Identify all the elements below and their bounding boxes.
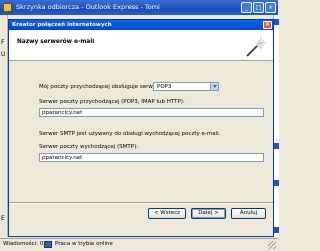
selected-row-fragment [274, 180, 279, 186]
outgoing-server-input[interactable]: pparancicy.net [39, 153, 264, 162]
outlook-caption-buttons: _ □ × [241, 2, 276, 13]
menu-fragment: F [1, 39, 5, 46]
chevron-down-icon[interactable] [210, 83, 218, 90]
outgoing-server-value: pparancicy.net [42, 155, 83, 161]
connection-wizard-icon [246, 37, 265, 57]
dialog-title-bar[interactable]: Kreator połączeń internetowych × [9, 20, 273, 30]
wizard-page-title: Nazwy serwerów e-mail [17, 39, 95, 45]
back-button[interactable]: < Wstecz [148, 208, 186, 219]
selected-row-fragment [274, 227, 279, 233]
incoming-server-type-select[interactable]: POP3 [153, 82, 219, 91]
outgoing-server-label: Serwer poczty wychodzącej (SMTP): [39, 144, 139, 150]
incoming-server-type-label: Mój poczty przychodzącej obsługuje serwe… [39, 84, 159, 90]
incoming-server-label: Serwer poczty przychodzącej (POP3, IMAP … [39, 99, 185, 105]
incoming-server-type-value: POP3 [157, 84, 172, 90]
toolbar-fragment: U [1, 51, 6, 58]
incoming-server-value: pparancicy.net [42, 110, 83, 116]
selected-row-fragment [274, 19, 279, 25]
dialog-separator [9, 202, 273, 204]
maximize-button[interactable]: □ [253, 2, 264, 13]
wizard-header: Nazwy serwerów e-mail [9, 30, 273, 61]
cancel-button[interactable]: Anuluj [231, 208, 266, 219]
selected-row-fragment [274, 143, 279, 149]
outlook-window-title: Skrzynka odbiorcza - Outlook Express - T… [16, 3, 160, 11]
close-window-button[interactable]: × [265, 2, 276, 13]
incoming-server-input[interactable]: pparancicy.net [39, 108, 264, 117]
outlook-left-pane-edge: F U E [0, 15, 8, 237]
online-status-text: Praca w trybie online [55, 241, 113, 247]
resize-grip[interactable] [268, 241, 276, 249]
smtp-info-text: Serwer SMTP jest używany do obsługi wych… [39, 131, 221, 137]
dialog-title: Kreator połączeń internetowych [12, 22, 112, 28]
outlook-app-icon [3, 3, 12, 12]
outlook-title-bar: Skrzynka odbiorcza - Outlook Express - T… [0, 0, 278, 15]
outlook-status-bar: Wiadomości: 0, ni Praca w trybie online [0, 238, 278, 251]
network-icon [44, 241, 52, 248]
dialog-close-button[interactable]: × [263, 21, 272, 29]
minimize-button[interactable]: _ [241, 2, 252, 13]
next-button[interactable]: Dalej > [191, 208, 226, 219]
connection-wizard-dialog: Kreator połączeń internetowych × Nazwy s… [8, 19, 274, 237]
folder-fragment: E [1, 215, 5, 222]
